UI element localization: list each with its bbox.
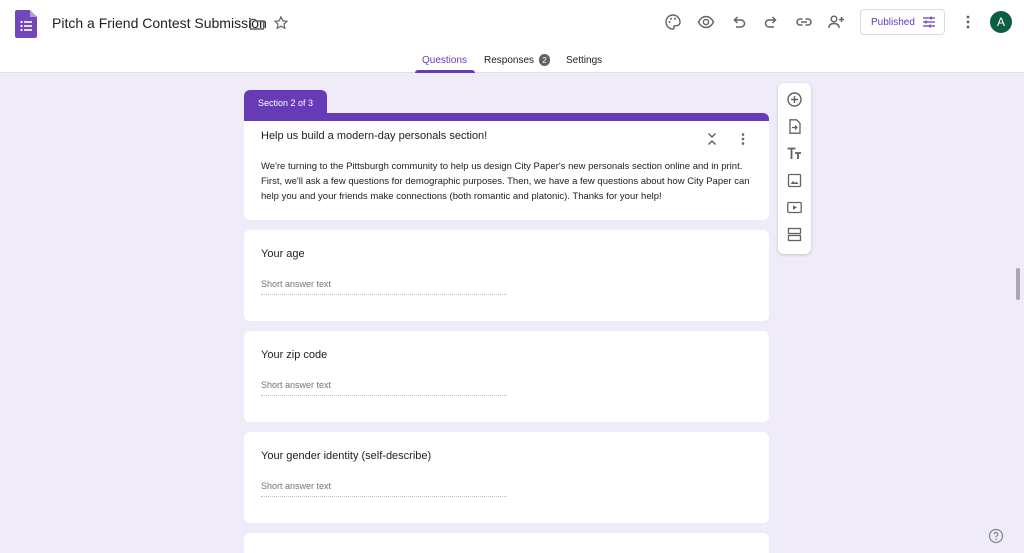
add-question-icon[interactable] <box>786 91 803 108</box>
question-title: Your age <box>261 248 305 260</box>
add-collaborator-icon[interactable] <box>827 13 845 31</box>
short-answer-placeholder: Short answer text <box>261 380 332 390</box>
question-title: Your zip code <box>261 349 328 361</box>
question-title: Your gender identity (self-describe) <box>261 450 432 462</box>
tab-settings[interactable]: Settings <box>566 55 602 66</box>
section-header-card[interactable]: Help us build a modern-day personals sec… <box>244 113 769 220</box>
more-options-icon[interactable] <box>962 14 974 30</box>
publish-label: Published <box>871 16 915 28</box>
avatar[interactable]: A <box>990 11 1012 33</box>
add-image-icon[interactable] <box>786 172 803 189</box>
undo-icon[interactable] <box>730 13 748 31</box>
question-card-age[interactable]: Your age Short answer text <box>244 230 769 321</box>
publish-button[interactable]: Published <box>860 9 945 35</box>
side-toolbar <box>778 83 811 254</box>
answer-underline <box>261 395 507 396</box>
move-to-folder-icon[interactable] <box>249 16 265 32</box>
add-video-icon[interactable] <box>786 199 803 216</box>
question-card-next[interactable] <box>244 533 769 553</box>
app-header: Pitch a Friend Contest Submission Publis… <box>0 0 1024 73</box>
document-title[interactable]: Pitch a Friend Contest Submission <box>52 15 267 31</box>
collapse-section-icon[interactable] <box>706 132 718 146</box>
active-tab-indicator <box>415 70 475 73</box>
star-icon[interactable] <box>273 15 289 31</box>
redo-icon[interactable] <box>762 13 780 31</box>
header-top-bar: Pitch a Friend Contest Submission Publis… <box>0 0 1024 46</box>
responses-count-badge: 2 <box>539 54 550 66</box>
short-answer-placeholder: Short answer text <box>261 279 332 289</box>
section-title[interactable]: Help us build a modern-day personals sec… <box>261 130 487 142</box>
palette-icon[interactable] <box>664 13 682 31</box>
section-description[interactable]: We're turning to the Pittsburgh communit… <box>261 159 756 204</box>
short-answer-placeholder: Short answer text <box>261 481 332 491</box>
section-more-options-icon[interactable] <box>738 132 748 146</box>
preview-eye-icon[interactable] <box>697 13 715 31</box>
add-title-icon[interactable] <box>786 145 803 162</box>
tab-questions[interactable]: Questions <box>422 55 467 66</box>
forms-logo-icon[interactable] <box>15 10 37 38</box>
publish-settings-icon <box>923 16 935 28</box>
question-card-zip-code[interactable]: Your zip code Short answer text <box>244 331 769 422</box>
scrollbar-thumb[interactable] <box>1016 268 1020 300</box>
answer-underline <box>261 496 507 497</box>
link-icon[interactable] <box>795 13 813 31</box>
help-icon[interactable] <box>988 528 1004 544</box>
question-card-gender-identity[interactable]: Your gender identity (self-describe) Sho… <box>244 432 769 523</box>
section-tag: Section 2 of 3 <box>244 90 327 115</box>
import-questions-icon[interactable] <box>786 118 803 135</box>
answer-underline <box>261 294 507 295</box>
tab-responses[interactable]: Responses <box>484 55 534 66</box>
add-section-icon[interactable] <box>786 226 803 243</box>
